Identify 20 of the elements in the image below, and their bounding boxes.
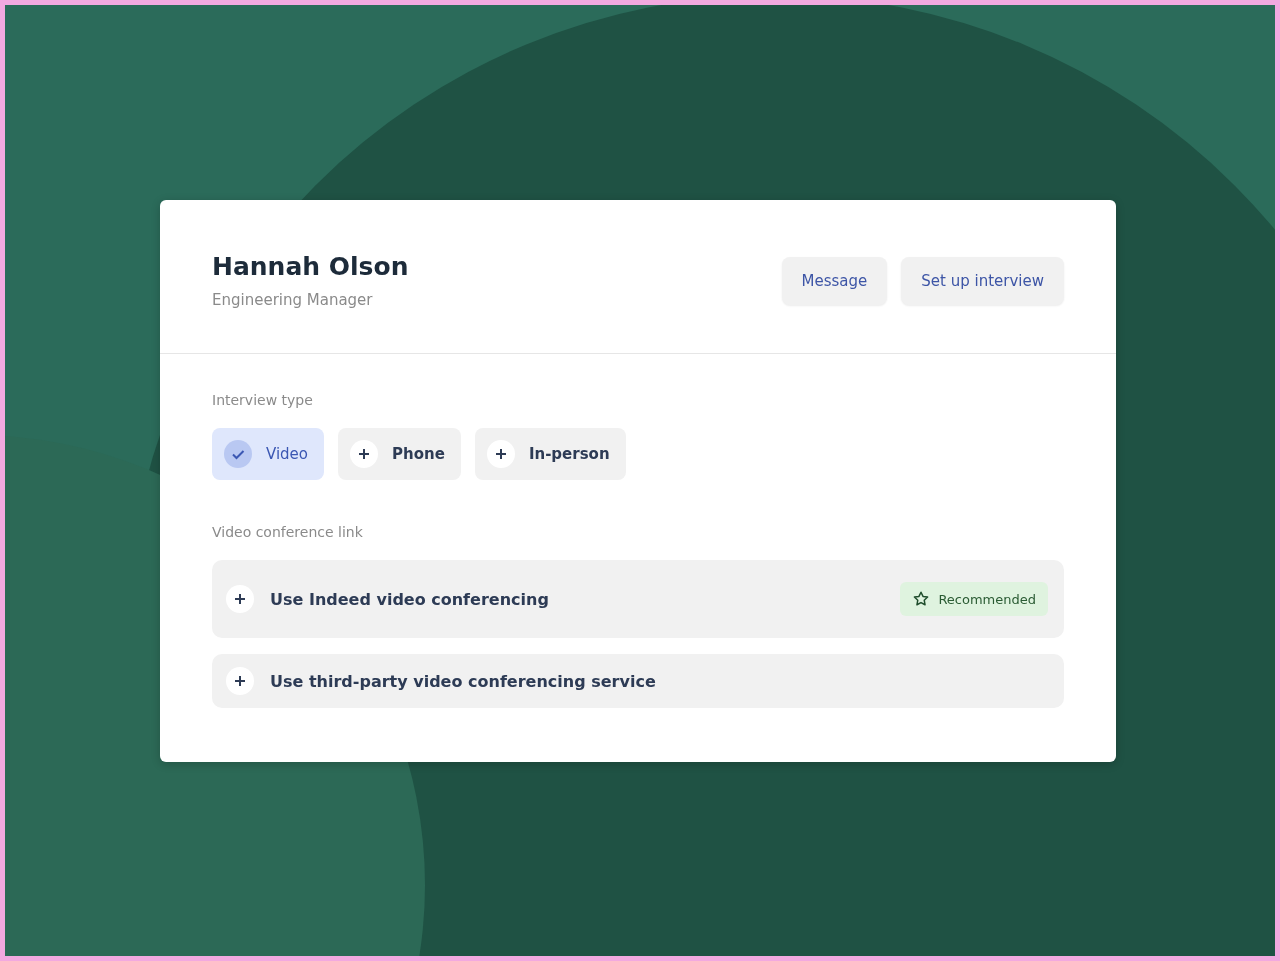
action-button[interactable]: Message — [781, 257, 888, 305]
plus-icon — [486, 440, 515, 468]
interview-type-option[interactable]: In-person — [474, 428, 626, 480]
plus-icon — [226, 667, 254, 695]
interview-type-option[interactable]: Phone — [338, 428, 461, 480]
action-button[interactable]: Set up interview — [901, 257, 1064, 305]
candidate-title: Engineering Manager — [212, 291, 374, 309]
interview-type-option[interactable]: Video — [212, 428, 325, 480]
option-label: Use Indeed video conferencing — [270, 589, 550, 609]
section-label: Interview type — [212, 392, 314, 408]
section-label: Video conference link — [212, 524, 364, 540]
conference-option[interactable]: Use third-party video conferencing service — [212, 654, 1064, 708]
option-label: Use third-party video conferencing service — [270, 671, 657, 691]
check-icon — [224, 440, 252, 468]
recommended-badge: Recommended — [900, 582, 1048, 616]
plus-icon — [350, 440, 379, 468]
star-icon — [912, 590, 931, 608]
plus-icon — [226, 585, 254, 613]
conference-option[interactable]: Use Indeed video conferencing Recommended — [212, 560, 1064, 638]
candidate-name: Hannah Olson — [212, 252, 409, 281]
